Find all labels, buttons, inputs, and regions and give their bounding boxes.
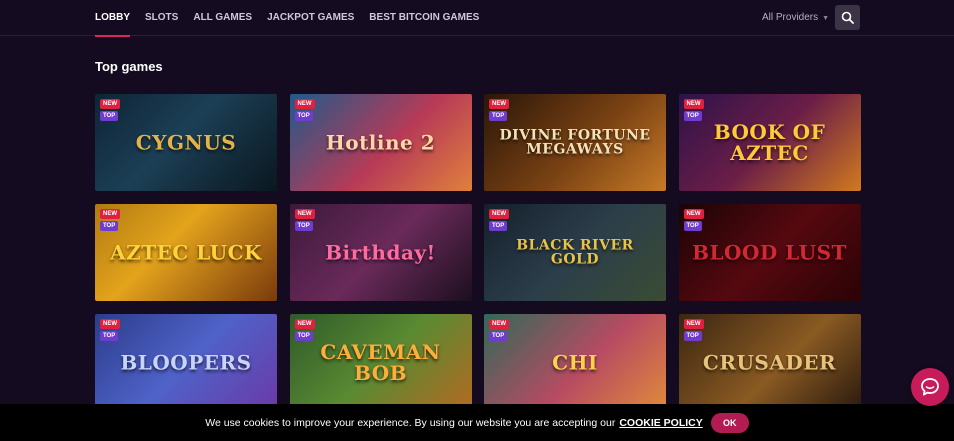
game-tile[interactable]: BOOK OF AZTEC NEW TOP xyxy=(678,94,861,191)
game-title: DIVINE FORTUNE MEGAWAYS xyxy=(499,126,651,158)
top-badge: TOP xyxy=(683,111,702,121)
top-badge: TOP xyxy=(489,331,508,341)
nav-menu: LOBBY SLOTS ALL GAMES JACKPOT GAMES BEST… xyxy=(95,0,494,37)
providers-label: All Providers xyxy=(762,12,819,23)
games-grid: CYGNUS NEW TOP Hotline 2 NEW TOP DIVINE FORTUN… xyxy=(95,94,861,411)
new-badge: NEW xyxy=(489,319,509,329)
chat-icon xyxy=(921,378,939,396)
game-title: CHI xyxy=(552,350,598,374)
game-tile[interactable]: DIVINE FORTUNE MEGAWAYS NEW TOP xyxy=(484,94,666,191)
search-button[interactable] xyxy=(835,5,860,30)
new-badge: NEW xyxy=(294,209,315,219)
cookie-text: We use cookies to improve your experienc… xyxy=(205,416,616,429)
game-tile[interactable]: AZTEC LUCK NEW TOP xyxy=(95,204,277,301)
top-badge: TOP xyxy=(683,221,702,231)
top-badge: TOP xyxy=(489,221,508,231)
nav-item-best-bitcoin-games[interactable]: BEST BITCOIN GAMES xyxy=(369,0,479,36)
top-badge: TOP xyxy=(294,221,313,231)
game-title: BLOOPERS xyxy=(120,350,252,374)
game-tile[interactable]: BLOOD LUST NEW TOP xyxy=(678,204,861,301)
top-badge: TOP xyxy=(489,111,508,121)
new-badge: NEW xyxy=(294,319,315,329)
game-title: Birthday! xyxy=(325,240,436,264)
nav-item-jackpot-games[interactable]: JACKPOT GAMES xyxy=(267,0,354,36)
top-badge: TOP xyxy=(100,331,119,341)
caret-down-icon: ▼ xyxy=(822,15,830,22)
top-badge: TOP xyxy=(294,331,313,341)
new-badge: NEW xyxy=(683,319,704,329)
game-tile[interactable]: CRUSADER NEW TOP xyxy=(678,314,861,411)
cookie-ok-button[interactable]: OK xyxy=(710,412,749,433)
cookie-banner: We use cookies to improve your experienc… xyxy=(0,404,954,441)
game-tile[interactable]: BLACK RIVER GOLD NEW TOP xyxy=(484,204,666,301)
new-badge: NEW xyxy=(489,99,509,109)
top-badge: TOP xyxy=(100,111,119,121)
game-title: AZTEC LUCK xyxy=(110,240,262,264)
providers-dropdown[interactable]: All Providers ▼ xyxy=(762,0,829,37)
new-badge: NEW xyxy=(489,209,509,219)
game-title: Hotline 2 xyxy=(325,130,436,154)
game-title: BOOK OF AZTEC xyxy=(713,119,826,165)
top-badge: TOP xyxy=(100,221,119,231)
new-badge: NEW xyxy=(100,319,120,329)
chat-button[interactable] xyxy=(911,368,949,406)
new-badge: NEW xyxy=(294,99,315,109)
game-title: CAVEMAN BOB xyxy=(320,339,441,385)
nav-item-all-games[interactable]: ALL GAMES xyxy=(193,0,252,36)
game-title: CYGNUS xyxy=(135,130,237,154)
top-badge: TOP xyxy=(294,111,313,121)
cookie-policy-link[interactable]: COOKIE POLICY xyxy=(619,417,702,429)
game-tile[interactable]: BLOOPERS NEW TOP xyxy=(95,314,277,411)
top-navigation: LOBBY SLOTS ALL GAMES JACKPOT GAMES BEST… xyxy=(0,0,954,37)
game-title: CRUSADER xyxy=(702,350,837,374)
game-title: BLOOD LUST xyxy=(692,240,847,264)
new-badge: NEW xyxy=(683,99,704,109)
nav-item-slots[interactable]: SLOTS xyxy=(145,0,178,36)
game-tile[interactable]: CAVEMAN BOB NEW TOP xyxy=(289,314,472,411)
section-title: Top games xyxy=(95,59,163,74)
new-badge: NEW xyxy=(100,209,120,219)
game-title: BLACK RIVER GOLD xyxy=(516,236,634,268)
game-tile[interactable]: Birthday! NEW TOP xyxy=(289,204,472,301)
search-icon xyxy=(841,11,854,24)
new-badge: NEW xyxy=(683,209,704,219)
nav-item-lobby[interactable]: LOBBY xyxy=(95,0,130,37)
game-tile[interactable]: Hotline 2 NEW TOP xyxy=(289,94,472,191)
top-badge: TOP xyxy=(683,331,702,341)
game-tile[interactable]: CHI NEW TOP xyxy=(484,314,666,411)
game-tile[interactable]: CYGNUS NEW TOP xyxy=(95,94,277,191)
new-badge: NEW xyxy=(100,99,120,109)
